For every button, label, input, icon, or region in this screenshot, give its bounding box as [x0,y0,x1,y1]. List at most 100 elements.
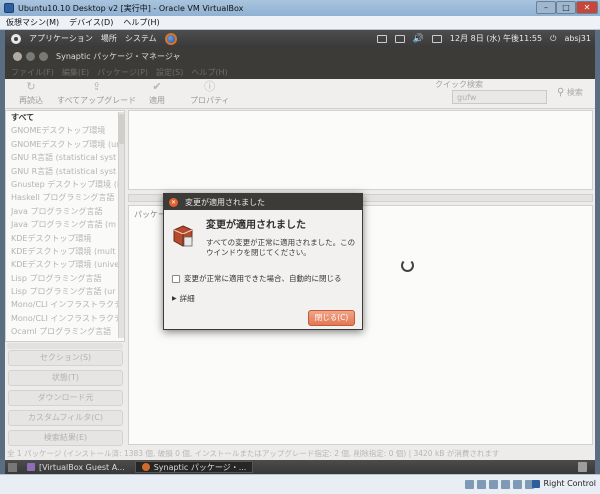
section-item[interactable]: GNOMEデスクトップ環境 [6,124,124,137]
search-button[interactable]: ⚲ 検索 [557,87,583,98]
vbox-titlebar: Ubuntu10.10 Desktop v2 [実行中] - Oracle VM… [0,0,600,16]
window-maximize-icon[interactable] [39,51,48,61]
package-list[interactable] [128,110,593,190]
section-item[interactable]: GNOMEデスクトップ環境 (ur [6,138,124,151]
network-adapter-icon[interactable] [501,480,510,489]
section-item[interactable]: KDEデスクトップ環境 (mult [6,245,124,258]
section-item[interactable]: KDEデスクトップ環境 (unive [6,258,124,271]
syn-menu-settings[interactable]: 設定(S) [156,67,183,78]
reload-button[interactable]: ↻ 再読込 [19,81,43,106]
section-list: すべて GNOMEデスクトップ環境 GNOMEデスクトップ環境 (ur GNU … [5,110,125,342]
properties-icon: ⓘ [204,80,216,93]
status-filter-button[interactable]: 状態(T) [8,370,123,386]
cd-icon[interactable] [477,480,486,489]
busy-cursor-icon [401,259,414,272]
dialog-close-icon[interactable]: ✕ [169,197,178,207]
panel-clock[interactable]: 12月 8日 (水) 午後11:55 [450,33,542,44]
menu-machine[interactable]: 仮想マシン(M) [6,17,59,28]
syn-menu-package[interactable]: パッケージ(P) [97,67,148,78]
firefox-icon[interactable] [164,32,177,45]
gnome-top-panel: アプリケーション 場所 システム 🔊 12月 8日 (水) 午後11:55 ⏻ … [5,30,595,47]
section-list-scrollbar[interactable] [118,112,124,338]
vbox-statusbar: Right Control [0,474,600,494]
panel-menu-applications[interactable]: アプリケーション [29,33,93,44]
show-desktop-icon[interactable] [8,462,17,472]
dialog-titlebar: ✕ 変更が適用されました [164,194,362,210]
section-item[interactable]: Java プログラミング言語 [6,205,124,218]
menu-devices[interactable]: デバイス(D) [69,17,113,28]
section-item[interactable]: GNU R言語 (statistical syst [6,165,124,178]
taskbar-item-synaptic[interactable]: Synaptic パッケージ・... [134,461,254,473]
taskbar-item-vbox-guest[interactable]: [VirtualBox Guest A... [21,461,131,473]
scrollbar-thumb[interactable] [119,114,124,144]
section-item[interactable]: すべて [6,111,124,124]
menu-help[interactable]: ヘルプ(H) [123,17,159,28]
dialog-close-button[interactable]: 閉じる(C) [308,310,355,326]
dialog-heading: 変更が適用されました [206,220,306,231]
volume-icon[interactable]: 🔊 [413,34,424,44]
reload-icon: ↻ [26,80,36,93]
expander-arrow-icon: ▶ [172,295,177,302]
hdd-icon[interactable] [465,480,474,489]
search-icon: ⚲ [557,87,565,98]
panel-user[interactable]: absj31 [564,34,591,43]
keyboard-icon[interactable] [376,34,387,43]
upgrade-all-button[interactable]: ⇪ すべてアップグレード [57,81,136,106]
quick-search-input[interactable] [452,90,547,104]
package-icon [173,225,193,247]
custom-filter-button[interactable]: カスタムフィルタ(C) [8,410,123,426]
host-key-icon [532,479,541,488]
vbox-menubar: 仮想マシン(M) デバイス(D) ヘルプ(H) [0,16,600,30]
dialog-title: 変更が適用されました [185,197,265,207]
virtualbox-icon [4,3,14,13]
section-item[interactable]: GNU R言語 (statistical syst [6,151,124,164]
dialog-message: すべての変更が正常に適用されました。このウインドウを閉じてください。 [206,238,356,257]
usb-icon[interactable] [489,480,498,489]
apply-button[interactable]: ✔ 適用 [149,81,165,106]
synaptic-toolbar: ↻ 再読込 ⇪ すべてアップグレード ✔ 適用 ⓘ プロパティ クイック検索 ⚲… [5,79,595,109]
synaptic-window-title: Synaptic パッケージ・マネージャ [56,51,181,61]
syn-menu-file[interactable]: ファイル(F) [11,67,54,78]
close-button[interactable]: ✕ [576,1,598,14]
section-item[interactable]: Lisp プログラミング言語 [6,272,124,285]
section-item[interactable]: Java プログラミング言語 (m [6,218,124,231]
synaptic-icon [141,463,150,471]
panel-menu-system[interactable]: システム [125,33,157,44]
auto-close-checkbox[interactable]: 変更が正常に適用できた場合、自動的に閉じる [172,273,342,284]
power-icon[interactable]: ⏻ [550,34,556,44]
vbox-window-title: Ubuntu10.10 Desktop v2 [実行中] - Oracle VM… [18,3,244,13]
app-icon [27,463,35,471]
network-icon[interactable] [394,34,405,43]
section-list-hscrollbar[interactable] [7,343,123,349]
apply-icon: ✔ [152,80,162,93]
panel-menu-places[interactable]: 場所 [101,33,117,44]
checkbox-icon[interactable] [172,274,180,283]
section-item[interactable]: Mono/CLI インフラストラクチ [6,298,124,311]
mail-icon[interactable] [431,34,442,43]
properties-button[interactable]: ⓘ プロパティ [190,81,230,106]
window-minimize-icon[interactable] [26,51,35,61]
maximize-button[interactable]: □ [556,1,576,14]
syn-menu-edit[interactable]: 編集(E) [62,67,89,78]
minimize-button[interactable]: – [536,1,556,14]
quick-search-label: クイック検索 [435,80,483,89]
section-item[interactable]: KDEデスクトップ環境 [6,232,124,245]
search-results-button[interactable]: 検索結果(E) [8,430,123,446]
section-item[interactable]: Gnustep デスクトップ環境 (i [6,178,124,191]
shared-folder-icon[interactable] [513,480,522,489]
syn-menu-help[interactable]: ヘルプ(H) [191,67,227,78]
synaptic-titlebar: Synaptic パッケージ・マネージャ [5,47,595,65]
origin-filter-button[interactable]: ダウンロード元 [8,390,123,406]
section-item[interactable]: Ocaml プログラミング言語 [6,325,124,338]
details-expander[interactable]: ▶ 詳細 [172,293,195,304]
synaptic-menubar: ファイル(F) 編集(E) パッケージ(P) 設定(S) ヘルプ(H) [5,65,595,79]
section-item[interactable]: Haskell プログラミング言語 [6,191,124,204]
trash-icon[interactable] [578,462,587,472]
section-item[interactable]: Mono/CLI インフラストラクチ [6,312,124,325]
window-close-icon[interactable] [13,51,22,61]
section-item[interactable]: Lisp プログラミング言語 (ur [6,285,124,298]
sections-filter-button[interactable]: セクション(S) [8,350,123,366]
changes-applied-dialog: ✕ 変更が適用されました 変更が適用されました すべての変更が正常に適用されまし… [163,193,363,330]
upgrade-icon: ⇪ [91,80,102,93]
guest-screen: アプリケーション 場所 システム 🔊 12月 8日 (水) 午後11:55 ⏻ … [5,30,595,474]
